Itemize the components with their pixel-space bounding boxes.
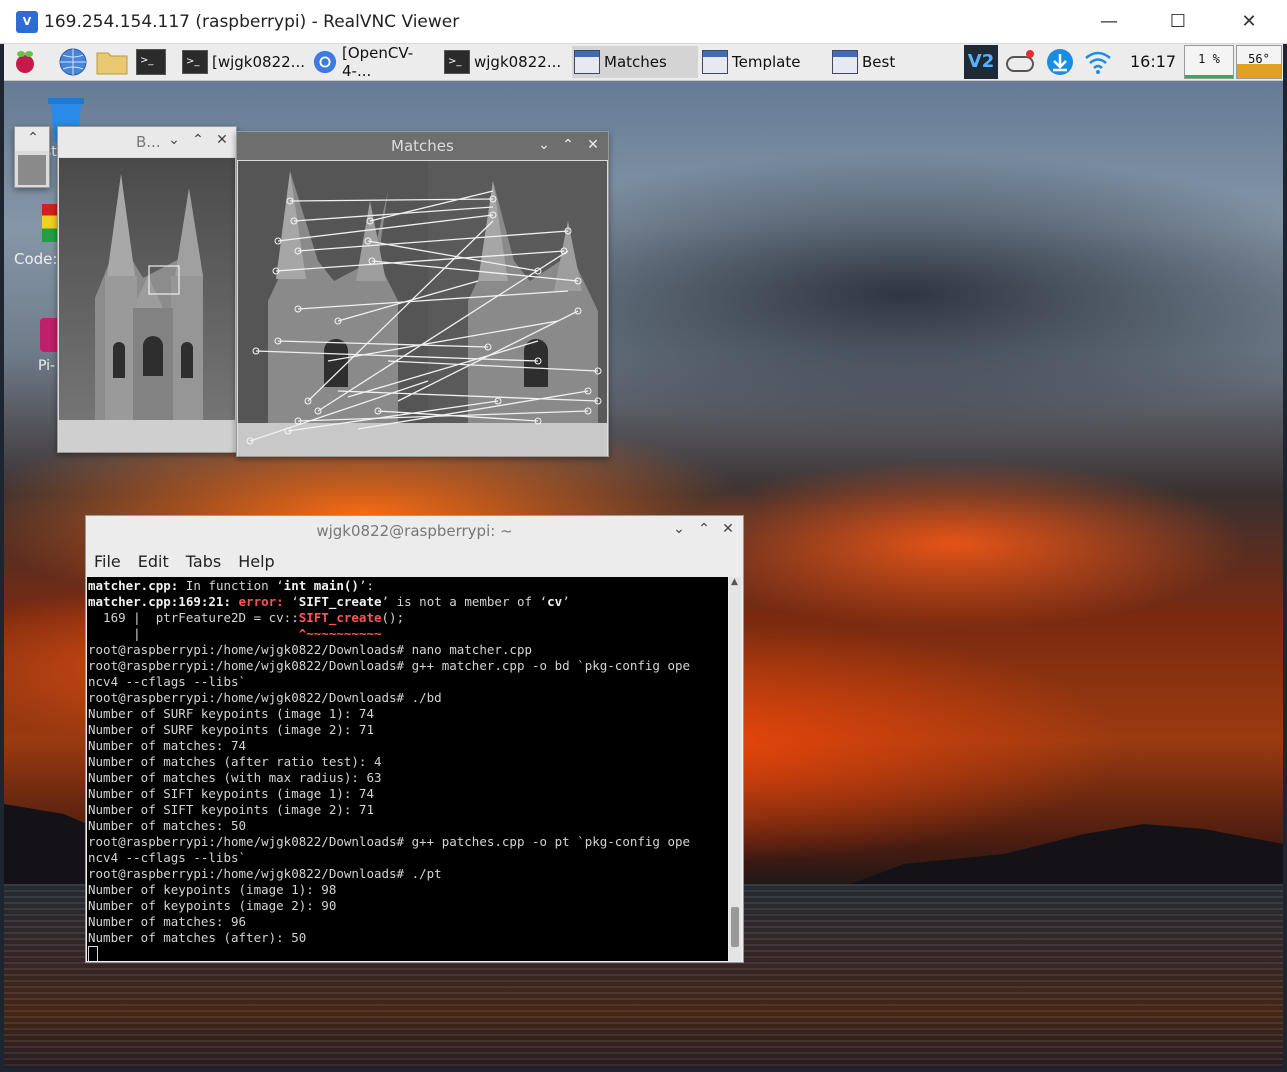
chromium-icon (313, 50, 337, 74)
terminal-line: Number of SIFT keypoints (image 1): 74 (88, 786, 374, 801)
window-icon (702, 50, 728, 74)
matches-image (238, 161, 607, 456)
church-image (59, 158, 235, 452)
terminal-line: Number of SURF keypoints (image 2): 71 (88, 722, 374, 737)
terminal-launcher-icon[interactable]: >_ (136, 46, 170, 78)
scrollbar-thumb[interactable] (731, 907, 739, 947)
terminal-titlebar: wjgk0822@raspberrypi: ~ ⌄ ⌃ ✕ (86, 516, 743, 546)
desktop-icon-label-2: Code: (14, 250, 58, 268)
terminal-line: | ^~~~~~~~~~~ (88, 626, 382, 641)
taskbar-item-best[interactable]: Best (832, 46, 956, 78)
expand-icon[interactable]: ⌃ (24, 130, 42, 146)
file-manager-icon[interactable] (96, 46, 128, 78)
terminal-line: Number of matches (after ratio test): 4 (88, 754, 382, 769)
terminal-line: Number of matches (with max radius): 63 (88, 770, 382, 785)
download-icon[interactable] (1044, 46, 1076, 78)
window-title: 169.254.154.117 (raspberrypi) - RealVNC … (44, 12, 460, 32)
cpu-monitor[interactable]: 1 % (1184, 45, 1234, 79)
best-window-titlebar: B... ⌄ ⌃ ✕ (58, 127, 236, 157)
best-window[interactable]: B... ⌄ ⌃ ✕ (57, 126, 237, 453)
raspberry-menu-icon[interactable] (12, 46, 38, 78)
terminal-line: root@raspberrypi:/home/wjgk0822/Download… (88, 658, 691, 673)
chevron-down-icon[interactable]: ⌄ (165, 132, 183, 148)
realvnc-logo-icon: V (16, 11, 38, 33)
taskbar-item-matches[interactable]: Matches (572, 46, 698, 78)
close-button[interactable]: ✕ (1232, 8, 1266, 36)
taskbar-item-chromium[interactable]: [OpenCV-4-... (312, 44, 440, 80)
terminal-line: matcher.cpp:169:21: error: ‘SIFT_create’… (88, 594, 570, 609)
chevron-down-icon[interactable]: ⌄ (670, 521, 688, 537)
close-icon[interactable]: ✕ (719, 521, 737, 537)
chevron-down-icon[interactable]: ⌄ (535, 137, 553, 153)
gamepad-icon[interactable] (1004, 46, 1036, 78)
maximize-icon[interactable]: ⌃ (695, 521, 713, 537)
taskbar-item-terminal-2[interactable]: >_ wjgk0822... (444, 46, 562, 78)
terminal-cursor (88, 946, 98, 961)
wifi-icon[interactable] (1082, 46, 1114, 78)
taskbar-item-template[interactable]: Template (702, 46, 826, 78)
terminal-output: matcher.cpp: In function ‘int main()’: ma… (88, 578, 690, 961)
temperature-monitor[interactable]: 56° (1236, 45, 1282, 79)
maximize-icon[interactable]: ⌃ (559, 137, 577, 153)
vnc-viewer-titlebar: V 169.254.154.117 (raspberrypi) - RealVN… (0, 0, 1287, 44)
terminal-window[interactable]: wjgk0822@raspberrypi: ~ ⌄ ⌃ ✕ File Edit … (85, 515, 744, 963)
best-window-title: B... (136, 133, 161, 151)
taskbar: >_ >_ [wjgk0822... [OpenCV-4-... >_ wjgk… (4, 44, 1283, 81)
clock[interactable]: 16:17 (1130, 46, 1176, 78)
terminal-scrollbar[interactable]: ▲ (729, 577, 741, 961)
matches-window[interactable]: Matches ⌄ ⌃ ✕ (236, 131, 609, 457)
terminal-icon: >_ (444, 50, 470, 74)
desktop-icon-label-3: Pi- (38, 358, 56, 374)
terminal-line: ncv4 --cflags --libs` (88, 674, 247, 689)
terminal-menubar: File Edit Tabs Help (86, 546, 743, 576)
terminal-icon: >_ (182, 50, 208, 74)
matches-window-titlebar: Matches ⌄ ⌃ ✕ (237, 132, 608, 160)
maximize-icon[interactable]: ⌃ (189, 132, 207, 148)
maximize-button[interactable]: ☐ (1161, 8, 1195, 36)
terminal-line: root@raspberrypi:/home/wjgk0822/Download… (88, 834, 691, 849)
terminal-line: root@raspberrypi:/home/wjgk0822/Download… (88, 866, 442, 881)
terminal-line: Number of matches: 96 (88, 914, 247, 929)
close-icon[interactable]: ✕ (584, 137, 602, 153)
template-window[interactable]: ⌃ (14, 126, 50, 188)
terminal-line: matcher.cpp: In function ‘int main()’: (88, 578, 374, 593)
menu-help[interactable]: Help (238, 552, 274, 571)
close-icon[interactable]: ✕ (213, 132, 231, 148)
web-browser-icon[interactable] (58, 46, 88, 78)
terminal-line: Number of matches (after): 50 (88, 930, 307, 945)
template-image (18, 155, 46, 185)
terminal-line: Number of SIFT keypoints (image 2): 71 (88, 802, 374, 817)
window-icon (574, 50, 600, 74)
terminal-line: 169 | ptrFeature2D = cv::SIFT_create(); (88, 610, 405, 625)
menu-file[interactable]: File (94, 552, 121, 571)
vnc-server-icon[interactable]: V2 (964, 45, 998, 79)
terminal-line: Number of keypoints (image 1): 98 (88, 882, 337, 897)
terminal-line: Number of SURF keypoints (image 1): 74 (88, 706, 374, 721)
terminal-line: Number of matches: 50 (88, 818, 247, 833)
terminal-line: Number of matches: 74 (88, 738, 247, 753)
terminal-screen[interactable]: matcher.cpp: In function ‘int main()’: ma… (87, 577, 728, 961)
minimize-button[interactable]: — (1092, 8, 1126, 36)
matches-window-title: Matches (391, 137, 454, 155)
remote-desktop[interactable]: >_ >_ [wjgk0822... [OpenCV-4-... >_ wjgk… (4, 44, 1283, 1068)
terminal-line: root@raspberrypi:/home/wjgk0822/Download… (88, 690, 442, 705)
taskbar-item-terminal-1[interactable]: >_ [wjgk0822... (182, 46, 305, 78)
terminal-line: Number of keypoints (image 2): 90 (88, 898, 337, 913)
menu-edit[interactable]: Edit (138, 552, 169, 571)
window-icon (832, 50, 858, 74)
terminal-line: root@raspberrypi:/home/wjgk0822/Download… (88, 642, 533, 657)
terminal-line: ncv4 --cflags --libs` (88, 850, 247, 865)
terminal-title: wjgk0822@raspberrypi: ~ (316, 522, 513, 540)
menu-tabs[interactable]: Tabs (186, 552, 221, 571)
